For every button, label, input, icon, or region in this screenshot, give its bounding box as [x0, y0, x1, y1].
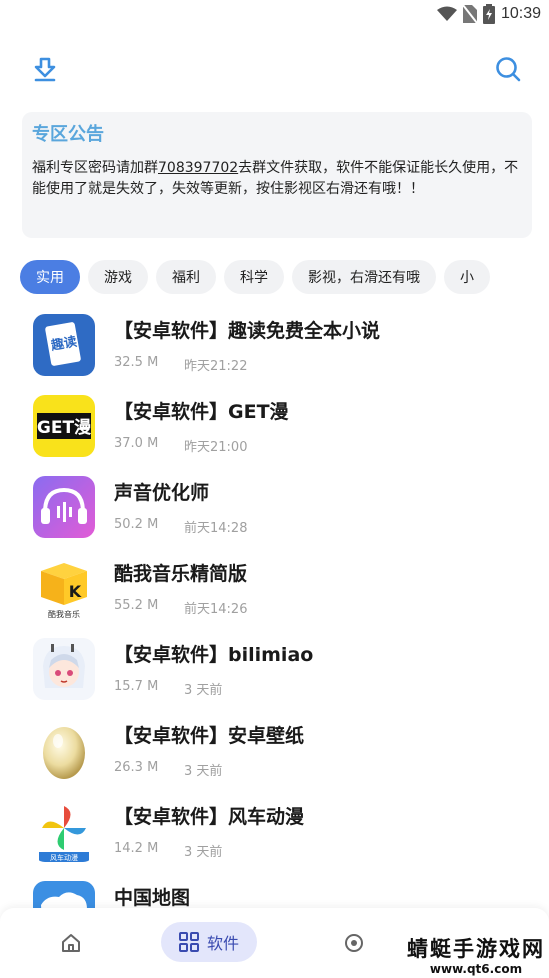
app-date: 3 天前 [184, 683, 223, 698]
top-bar [0, 44, 549, 92]
bottom-nav: 软件 蜻蜓手游戏网 www.qt6.com [0, 908, 549, 978]
app-title: 【安卓软件】安卓壁纸 [114, 725, 305, 747]
app-date: 3 天前 [184, 845, 223, 860]
kuwo-box-icon: K 酷我音乐 [33, 557, 95, 619]
list-item[interactable]: 【安卓软件】bilimiao 15.7 M 3 天前 [0, 634, 549, 715]
battery-charging-icon [482, 4, 495, 24]
notice-title: 专区公告 [32, 124, 104, 145]
egg-icon [33, 719, 95, 781]
app-date: 前天14:26 [184, 602, 248, 617]
list-item[interactable]: 风车动漫 【安卓软件】风车动漫 14.2 M 3 天前 [0, 796, 549, 877]
home-icon [62, 934, 80, 952]
app-title: 声音优化师 [114, 482, 210, 504]
wifi-icon [436, 6, 457, 21]
compass-icon [345, 934, 363, 952]
qudu-book-icon: 趣读 [33, 314, 95, 376]
app-size: 55.2 M [114, 598, 159, 613]
app-date: 前天14:28 [184, 521, 248, 536]
grid-icon [178, 932, 199, 952]
svg-text:K: K [69, 582, 82, 601]
app-size: 37.0 M [114, 436, 159, 451]
watermark: 蜻蜓手游戏网 www.qt6.com [407, 933, 545, 976]
voice-headphone-icon [33, 476, 95, 538]
nav-discover-button[interactable] [341, 930, 367, 956]
app-size: 50.2 M [114, 517, 159, 532]
category-tabs: 实用 游戏 福利 科学 影视，右滑还有哦 小 [20, 260, 549, 296]
notice-card: 专区公告 福利专区密码请加群708397702去群文件获取，软件不能保证能长久使… [22, 112, 532, 238]
search-button[interactable] [493, 54, 523, 84]
tab-science[interactable]: 科学 [224, 260, 284, 294]
app-title: 【安卓软件】风车动漫 [114, 806, 305, 828]
list-item[interactable]: GET漫 【安卓软件】GET漫 37.0 M 昨天21:00 [0, 391, 549, 472]
nav-home-button[interactable] [58, 930, 84, 956]
list-item[interactable]: 趣读 【安卓软件】趣读免费全本小说 32.5 M 昨天21:22 [0, 310, 549, 391]
app-title: 【安卓软件】bilimiao [114, 644, 314, 666]
notice-body: 福利专区密码请加群708397702去群文件获取，软件不能保证能长久使用，不能使… [32, 158, 522, 200]
tab-welfare[interactable]: 福利 [156, 260, 216, 294]
tab-movies[interactable]: 影视，右滑还有哦 [292, 260, 436, 294]
list-item[interactable]: K 酷我音乐 酷我音乐精简版 55.2 M 前天14:26 [0, 553, 549, 634]
tab-games[interactable]: 游戏 [88, 260, 148, 294]
getman-logo-icon: GET漫 [33, 395, 95, 457]
app-date: 昨天21:22 [184, 359, 248, 374]
search-icon [496, 57, 521, 82]
anime-girl-icon [33, 638, 95, 700]
app-date: 昨天21:00 [184, 440, 248, 455]
watermark-title: 蜻蜓手游戏网 [407, 937, 545, 961]
status-time: 10:39 [500, 5, 541, 22]
app-title: 【安卓软件】趣读免费全本小说 [114, 320, 381, 342]
app-size: 14.2 M [114, 841, 159, 856]
watermark-url: www.qt6.com [429, 962, 523, 976]
group-number-link[interactable]: 708397702 [158, 160, 238, 176]
pinwheel-icon-label: 风车动漫 [50, 853, 78, 862]
tab-more[interactable]: 小 [444, 260, 490, 294]
getman-icon-label: GET漫 [37, 417, 92, 438]
app-size: 26.3 M [114, 760, 159, 775]
download-button[interactable] [30, 54, 60, 84]
list-item[interactable]: 声音优化师 50.2 M 前天14:28 [0, 472, 549, 553]
list-item[interactable]: 中国地图 [0, 877, 549, 910]
list-item[interactable]: 【安卓软件】安卓壁纸 26.3 M 3 天前 [0, 715, 549, 796]
nav-software-button[interactable]: 软件 [161, 922, 257, 962]
app-title: 【安卓软件】GET漫 [114, 401, 289, 423]
download-icon [34, 57, 56, 82]
no-sim-icon [462, 5, 477, 23]
china-map-icon [33, 881, 95, 910]
app-size: 32.5 M [114, 355, 159, 370]
nav-software-label: 软件 [206, 934, 239, 953]
app-date: 3 天前 [184, 764, 223, 779]
notice-text-before: 福利专区密码请加群 [32, 160, 158, 176]
tab-practical[interactable]: 实用 [20, 260, 80, 294]
app-list: 趣读 【安卓软件】趣读免费全本小说 32.5 M 昨天21:22 GET漫 【安… [0, 310, 549, 910]
status-icons: 10:39 [436, 3, 541, 25]
kuwo-icon-label: 酷我音乐 [48, 609, 80, 619]
status-bar: 10:39 [0, 0, 549, 28]
app-title: 酷我音乐精简版 [114, 563, 248, 585]
pinwheel-icon: 风车动漫 [33, 800, 95, 862]
app-title: 中国地图 [114, 887, 191, 909]
app-size: 15.7 M [114, 679, 159, 694]
